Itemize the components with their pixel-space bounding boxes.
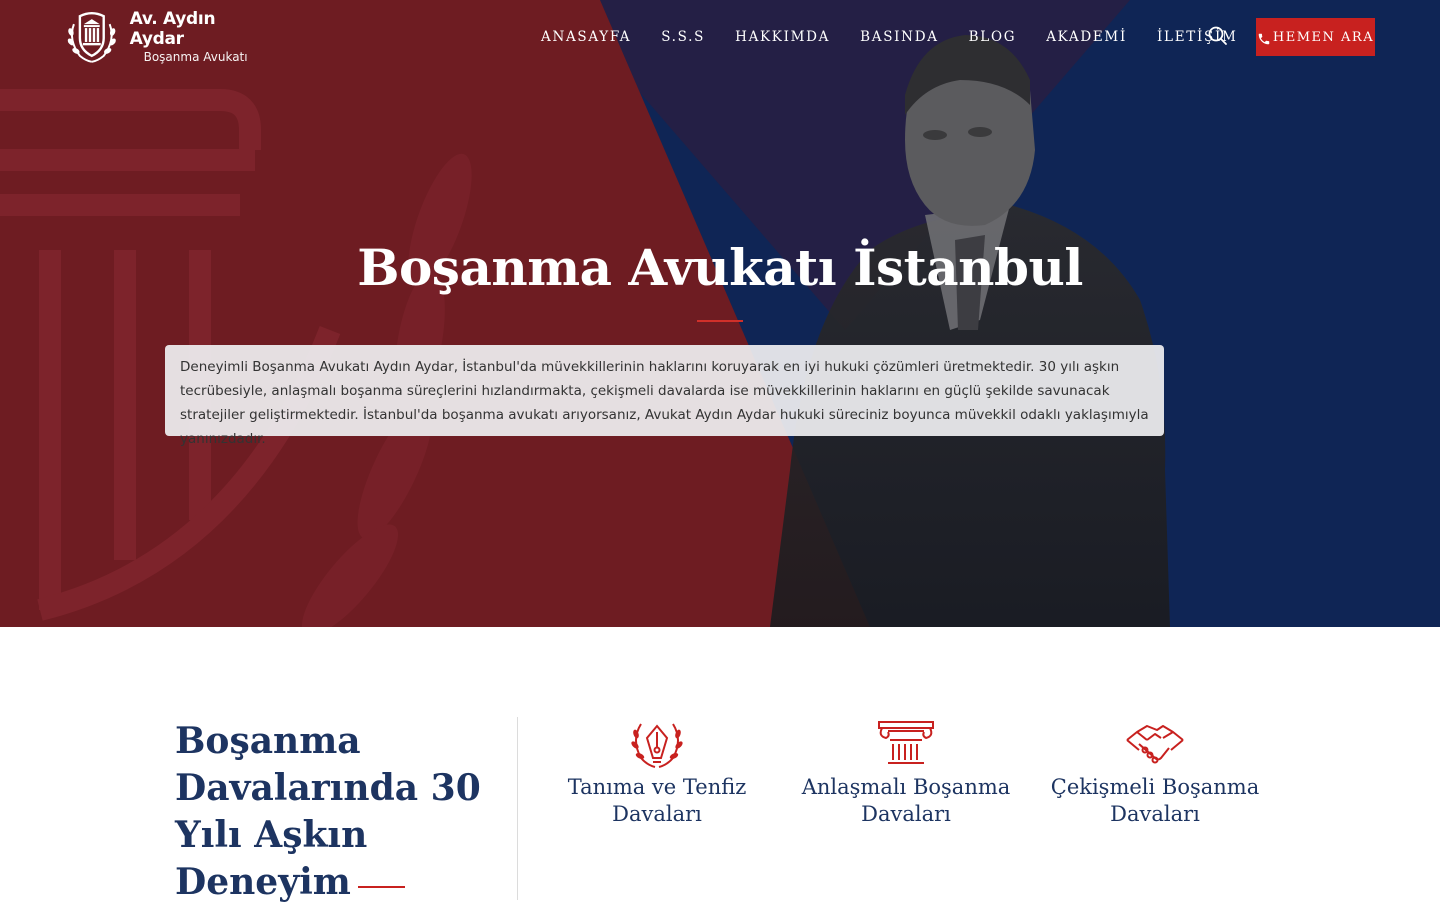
nav-item-basinda[interactable]: BASINDA <box>860 29 939 45</box>
phone-icon <box>1258 33 1270 45</box>
laurel-courthouse-shield-icon <box>67 11 116 63</box>
pen-nib-laurel-icon <box>631 723 683 768</box>
brand-name: Av. Aydın Aydar <box>129 9 216 49</box>
logo-text: Av. Aydın Aydar Boşanma Avukatı <box>130 9 274 65</box>
nav-item-anasayfa[interactable]: ANASAYFA <box>541 29 631 45</box>
site-logo[interactable]: Av. Aydın Aydar Boşanma Avukatı <box>64 9 274 65</box>
hero-title: Boşanma Avukatı İstanbul <box>357 238 1083 297</box>
experience-heading-underline <box>358 886 405 888</box>
nav-item-akademi[interactable]: AKADEMİ <box>1046 29 1127 45</box>
experience-heading: Boşanma Davalarında 30 Yılı Aşkın Deneyi… <box>175 720 481 903</box>
nav-item-hakkimda[interactable]: HAKKIMDA <box>735 29 830 45</box>
section-divider <box>517 717 518 900</box>
nav-item-sss[interactable]: S.S.S <box>661 29 705 45</box>
handshake-icon <box>1126 725 1184 764</box>
column-capital-icon <box>878 721 934 764</box>
service-title: Anlaşmalı Boşanma Davaları <box>801 775 1011 826</box>
hero-description-box: Deneyimli Boşanma Avukatı Aydın Aydar, İ… <box>165 345 1164 447</box>
service-card-cekismeli-bosanma[interactable]: Çekişmeli Boşanma Davaları <box>1040 718 1270 828</box>
hero-description: Deneyimli Boşanma Avukatı Aydın Aydar, İ… <box>180 359 1149 447</box>
service-card-tanima-tenfiz[interactable]: Tanıma ve Tenfiz Davaları <box>542 718 772 828</box>
lawyer-portrait-image <box>770 35 1170 627</box>
call-now-button[interactable]: HEMEN ARA <box>1256 18 1375 56</box>
hero-section <box>0 0 1440 627</box>
service-card-anlasmali-bosanma[interactable]: Anlaşmalı Boşanma Davaları <box>791 718 1021 828</box>
main-navigation: ANASAYFA S.S.S HAKKIMDA BASINDA BLOG AKA… <box>526 18 1253 56</box>
nav-item-blog[interactable]: BLOG <box>969 29 1017 45</box>
call-now-label: HEMEN ARA <box>1272 29 1375 45</box>
service-title: Tanıma ve Tenfiz Davaları <box>567 775 747 826</box>
brand-tagline: Boşanma Avukatı <box>143 50 248 64</box>
search-icon[interactable] <box>1206 24 1230 48</box>
hero-title-divider <box>697 320 743 322</box>
service-title: Çekişmeli Boşanma Davaları <box>1050 775 1260 826</box>
